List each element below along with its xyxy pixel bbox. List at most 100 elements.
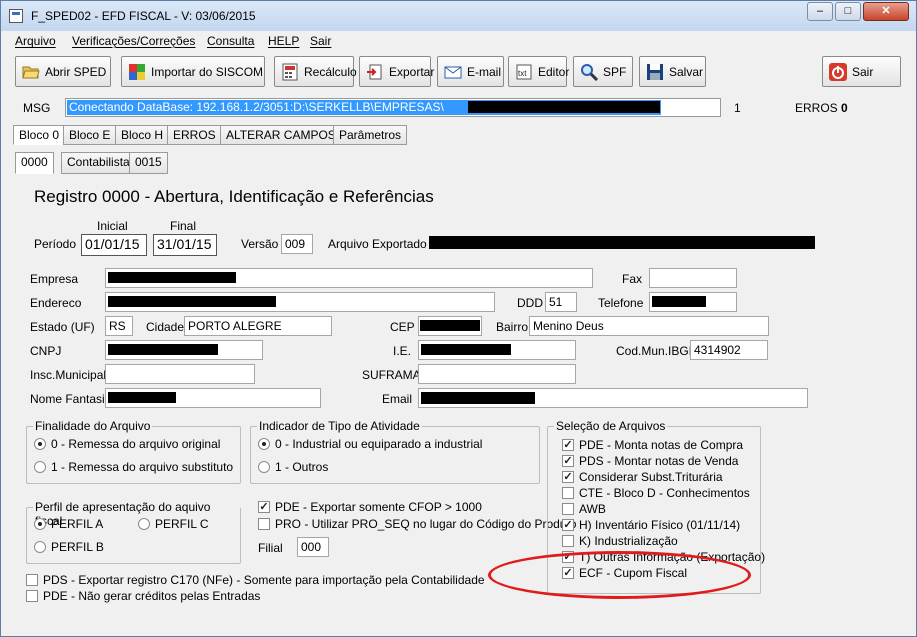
minimize-button[interactable]: – (807, 2, 833, 21)
ie-field[interactable] (418, 340, 576, 360)
exportar-button[interactable]: Exportar (359, 56, 434, 87)
ie-label: I.E. (393, 344, 412, 358)
close-button[interactable]: ✕ (863, 2, 909, 21)
subtab-contabilista[interactable]: Contabilista (61, 152, 136, 174)
periodo-inicial-field[interactable]: 01/01/15 (81, 234, 147, 256)
abrir-sped-button[interactable]: Abrir SPED (15, 56, 111, 87)
selecao-checkbox[interactable]: ✓ (562, 439, 574, 451)
finalidade-radio-1[interactable] (34, 461, 46, 473)
endereco-field[interactable] (105, 292, 495, 312)
final-label: Final (170, 219, 197, 233)
nome-fantasia-label: Nome Fantasia (30, 392, 112, 406)
title-bar: F_SPED02 - EFD FISCAL - V: 03/06/2015 – … (1, 1, 916, 31)
sair-button[interactable]: Sair (822, 56, 901, 87)
menu-arquivo[interactable]: Arquivo (15, 34, 56, 48)
suframa-field[interactable] (418, 364, 576, 384)
selecao-item-label: K) Industrialização (579, 534, 678, 548)
email-field[interactable] (418, 388, 808, 408)
tab-erros[interactable]: ERROS (167, 125, 222, 145)
telefone-field[interactable] (649, 292, 737, 312)
estado-label: Estado (UF) (30, 320, 95, 334)
nome-fantasia-field[interactable] (105, 388, 321, 408)
selecao-checkbox[interactable]: ✓ (562, 519, 574, 531)
selecao-checkbox[interactable]: ✓ (562, 455, 574, 467)
codmun-field[interactable]: 4314902 (690, 340, 768, 360)
insc-municipal-field[interactable] (105, 364, 255, 384)
selecao-checkbox[interactable] (562, 503, 574, 515)
menu-help[interactable]: HELP (268, 34, 299, 48)
versao-field[interactable]: 009 (281, 234, 313, 254)
selecao-checkbox[interactable]: ✓ (562, 471, 574, 483)
redaction-bar (420, 320, 480, 331)
menu-bar: Arquivo Verificações/Correções Consulta … (1, 31, 916, 51)
subtab-0000[interactable]: 0000 (15, 152, 54, 174)
pds-c170-label: PDS - Exportar registro C170 (NFe) - Som… (43, 573, 485, 587)
selecao-item-label: CTE - Bloco D - Conhecimentos (579, 486, 750, 500)
pde-creditos-checkbox[interactable] (26, 590, 38, 602)
tab-bloco-e[interactable]: Bloco E (63, 125, 117, 145)
indicador-radio-0[interactable] (258, 438, 270, 450)
pde-cfop-checkbox[interactable]: ✓ (258, 501, 270, 513)
salvar-button[interactable]: Salvar (639, 56, 706, 87)
email-button[interactable]: E-mail (437, 56, 504, 87)
telefone-label: Telefone (598, 296, 644, 310)
selecao-item-label: PDE - Monta notas de Compra (579, 438, 744, 452)
importar-siscom-button[interactable]: Importar do SISCOM (121, 56, 265, 87)
perfil-group: Perfil de apresentação do aquivo fiscal (26, 500, 241, 564)
svg-text:txt: txt (518, 69, 527, 78)
perfil-c-label: PERFIL C (155, 517, 209, 531)
subtab-0015[interactable]: 0015 (129, 152, 168, 174)
tab-alterar-campos[interactable]: ALTERAR CAMPOS (220, 125, 342, 145)
email-label: E-mail (467, 64, 502, 79)
filial-label: Filial (258, 541, 283, 555)
menu-verificacoes[interactable]: Verificações/Correções (72, 34, 195, 48)
redaction-bar (421, 344, 511, 355)
selecao-checkbox[interactable] (562, 487, 574, 499)
finalidade-opt1-label: 1 - Remessa do arquivo substituto (51, 460, 234, 474)
cnpj-field[interactable] (105, 340, 263, 360)
tab-parametros[interactable]: Parâmetros (333, 125, 408, 145)
suframa-label: SUFRAMA (362, 368, 421, 382)
spf-button[interactable]: SPF (573, 56, 633, 87)
pro-seq-checkbox[interactable] (258, 518, 270, 530)
selecao-item-label: AWB (579, 502, 606, 516)
insc-municipal-label: Insc.Municipal (30, 368, 107, 382)
perfil-a-radio[interactable] (34, 518, 46, 530)
ddd-field[interactable]: 51 (545, 292, 577, 312)
perfil-a-label: PERFIL A (51, 517, 104, 531)
maximize-button[interactable]: □ (835, 2, 861, 21)
indicador-radio-1[interactable] (258, 461, 270, 473)
tab-bloco-0[interactable]: Bloco 0 (13, 125, 66, 145)
recalculo-button[interactable]: Recálculo (274, 56, 357, 87)
perfil-b-radio[interactable] (34, 541, 46, 553)
indicador-opt1-label: 1 - Outros (275, 460, 329, 474)
tab-bloco-h[interactable]: Bloco H (115, 125, 170, 145)
selecao-checkbox[interactable]: ✓ (562, 567, 574, 579)
selecao-checkbox[interactable]: ✓ (562, 551, 574, 563)
email-label: Email (382, 392, 413, 406)
periodo-final-field[interactable]: 31/01/15 (153, 234, 217, 256)
pds-c170-checkbox[interactable] (26, 574, 38, 586)
menu-sair[interactable]: Sair (310, 34, 331, 48)
empresa-field[interactable] (105, 268, 593, 288)
redaction-bar (429, 236, 815, 249)
redaction-bar (108, 344, 218, 355)
perfil-c-radio[interactable] (138, 518, 150, 530)
cidade-field[interactable]: PORTO ALEGRE (184, 316, 332, 336)
cep-field[interactable] (418, 316, 482, 336)
editor-button[interactable]: txt Editor (508, 56, 569, 87)
msg-field[interactable]: Conectando DataBase: 192.168.1.2/3051:D:… (65, 98, 721, 117)
fax-field[interactable] (649, 268, 737, 288)
finalidade-radio-0[interactable] (34, 438, 46, 450)
import-grid-icon (129, 63, 145, 80)
redaction-bar (108, 296, 276, 307)
filial-field[interactable]: 000 (297, 537, 329, 557)
periodo-label: Período (34, 237, 77, 251)
selecao-checkbox[interactable] (562, 535, 574, 547)
bairro-field[interactable]: Menino Deus (529, 316, 769, 336)
selecao-item-label: ECF - Cupom Fiscal (579, 566, 688, 580)
power-icon (829, 62, 847, 81)
indicador-opt0-label: 0 - Industrial ou equiparado a industria… (275, 437, 483, 451)
menu-consulta[interactable]: Consulta (207, 34, 254, 48)
estado-field[interactable]: RS (105, 316, 133, 336)
